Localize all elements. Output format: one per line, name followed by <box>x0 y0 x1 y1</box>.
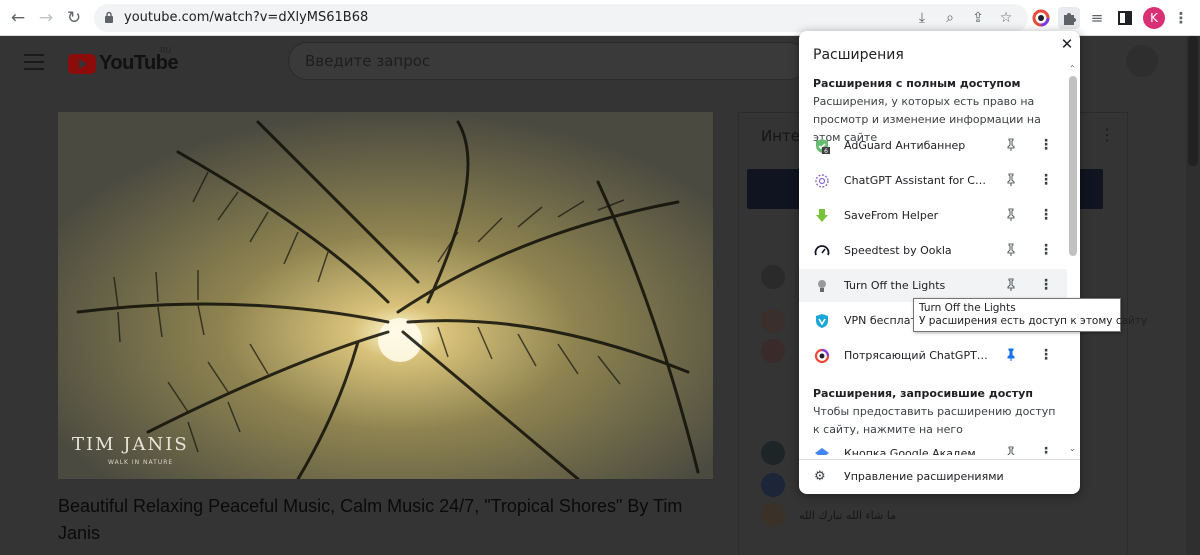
close-icon[interactable]: ✕ <box>1059 36 1075 52</box>
chatgpt-screenshot-icon <box>814 348 830 364</box>
profile-avatar[interactable]: K <box>1143 7 1165 29</box>
chatgpt-screenshot-extension-icon[interactable] <box>1030 7 1052 29</box>
share-icon[interactable]: ⇪ <box>968 8 988 28</box>
media-control-icon[interactable]: ≡ <box>1086 7 1108 29</box>
lock-icon <box>105 11 113 23</box>
video-title: Beautiful Relaxing Peaceful Music, Calm … <box>58 496 683 543</box>
pin-icon[interactable] <box>1004 243 1018 257</box>
zoom-icon[interactable]: ⌕ <box>940 8 960 28</box>
video-frame: TIM JANIS WALK IN NATURE <box>58 112 713 479</box>
youtube-play-icon <box>68 54 96 74</box>
forward-arrow-icon[interactable]: → <box>36 8 56 28</box>
pin-icon[interactable] <box>1004 278 1018 292</box>
extension-tooltip: Turn Off the Lights У расширения есть до… <box>913 298 1148 332</box>
popup-scrollbar-thumb[interactable] <box>1069 76 1077 256</box>
scroll-down-arrow-icon[interactable]: ⌄ <box>1069 444 1076 453</box>
extension-more-icon[interactable]: ⋮ <box>1039 206 1053 224</box>
chat-message: ما شاء الله تبارك الله <box>799 509 896 522</box>
google-scholar-icon <box>815 448 829 455</box>
extension-name: Кнопка Google Академии <box>844 447 989 455</box>
adguard-badge: 6 <box>824 148 828 154</box>
pin-icon[interactable] <box>1004 446 1018 455</box>
extensions-popup: Расширения ✕ Расширения с полным доступо… <box>799 31 1080 494</box>
video-player[interactable]: TIM JANIS WALK IN NATURE <box>58 112 713 479</box>
extension-row-adguard[interactable]: 6 AdGuard Антибаннер ⋮ <box>799 129 1067 162</box>
chat-avatar <box>761 339 785 363</box>
search-placeholder: Введите запрос <box>305 52 431 70</box>
extension-row-savefrom[interactable]: SaveFrom Helper ⋮ <box>799 199 1067 232</box>
full-access-heading: Расширения с полным доступом <box>813 77 1021 90</box>
youtube-account-avatar[interactable] <box>1126 45 1158 77</box>
vpn-shield-icon <box>816 314 828 328</box>
extension-name: Turn Off the Lights <box>844 279 946 292</box>
chat-more-icon[interactable]: ⋮ <box>1099 125 1115 144</box>
scroll-up-arrow-icon[interactable]: ⌃ <box>1069 64 1076 73</box>
bookmark-star-icon[interactable]: ☆ <box>996 8 1016 28</box>
extension-row-speedtest[interactable]: Speedtest by Ookla ⋮ <box>799 234 1067 267</box>
chatgpt-assistant-icon <box>815 174 829 188</box>
requested-access-heading: Расширения, запросившие доступ <box>813 387 1033 400</box>
install-app-icon[interactable]: ⤓ <box>912 8 932 28</box>
adguard-shield-icon: 6 <box>816 139 830 154</box>
chat-avatar <box>761 503 785 527</box>
speedtest-gauge-icon <box>814 245 830 256</box>
extension-row-google-scholar[interactable]: Кнопка Google Академии ⋮ <box>799 437 1067 455</box>
address-bar[interactable]: youtube.com/watch?v=dXlyMS61B68 ⤓ ⌕ ⇪ ☆ <box>94 4 1028 32</box>
extension-name: Потрясающий ChatGPT Скриншот <box>844 349 989 362</box>
tooltip-access-text: У расширения есть доступ к этому сайту <box>919 315 1148 327</box>
requested-access-description: Чтобы предоставить расширению доступ к с… <box>813 405 1056 436</box>
extension-more-icon[interactable]: ⋮ <box>1039 346 1053 364</box>
youtube-search-input[interactable]: Введите запрос <box>288 42 808 80</box>
side-panel-icon[interactable] <box>1114 7 1136 29</box>
youtube-logo-text: YouTube <box>99 52 179 74</box>
extensions-list: Расширения с полным доступом Расширения,… <box>799 75 1080 455</box>
extensions-puzzle-icon[interactable] <box>1058 7 1080 29</box>
tooltip-title: Turn Off the Lights <box>919 302 1016 314</box>
extension-more-icon[interactable]: ⋮ <box>1039 276 1053 294</box>
youtube-region-code: RU <box>160 46 172 55</box>
chat-avatar <box>761 309 785 333</box>
video-overlay-title: TIM JANIS <box>72 434 189 455</box>
chat-avatar <box>761 265 785 289</box>
pin-icon-active[interactable] <box>1004 348 1018 362</box>
hamburger-menu-icon[interactable] <box>24 54 44 75</box>
extension-more-icon[interactable]: ⋮ <box>1039 241 1053 259</box>
extension-more-icon[interactable]: ⋮ <box>1039 136 1053 154</box>
back-arrow-icon[interactable]: ← <box>8 8 28 28</box>
savefrom-download-icon <box>816 209 828 222</box>
extension-more-icon[interactable]: ⋮ <box>1039 444 1053 455</box>
pin-icon[interactable] <box>1004 208 1018 222</box>
gear-icon: ⚙ <box>814 469 826 484</box>
extension-name: SaveFrom Helper <box>844 209 939 222</box>
page-scrollbar-thumb[interactable] <box>1188 36 1198 166</box>
extension-row-chatgpt-assistant[interactable]: ChatGPT Assistant for Chrome ⋮ <box>799 164 1067 197</box>
manage-extensions-row[interactable]: ⚙ Управление расширениями <box>799 459 1080 494</box>
chat-avatar <box>761 473 785 497</box>
chat-header: Инте <box>761 127 800 145</box>
popup-title: Расширения <box>813 47 904 63</box>
extension-name: AdGuard Антибаннер <box>844 139 966 152</box>
extension-name: ChatGPT Assistant for Chrome <box>844 174 989 187</box>
chat-avatar <box>761 441 785 465</box>
lightbulb-icon <box>818 280 826 292</box>
popup-scrollbar[interactable]: ⌃ ⌄ <box>1067 64 1079 459</box>
extension-name: Speedtest by Ookla <box>844 244 952 257</box>
url-text: youtube.com/watch?v=dXlyMS61B68 <box>124 10 369 25</box>
manage-extensions-link[interactable]: Управление расширениями <box>844 470 1004 483</box>
browser-menu-icon[interactable]: ⋮ <box>1170 7 1192 29</box>
pin-icon[interactable] <box>1004 138 1018 152</box>
extension-row-chatgpt-screenshot[interactable]: Потрясающий ChatGPT Скриншот ⋮ <box>799 339 1067 372</box>
reload-icon[interactable]: ↻ <box>64 8 84 28</box>
extension-more-icon[interactable]: ⋮ <box>1039 171 1053 189</box>
pin-icon[interactable] <box>1004 173 1018 187</box>
video-overlay-subtitle: WALK IN NATURE <box>108 459 173 466</box>
